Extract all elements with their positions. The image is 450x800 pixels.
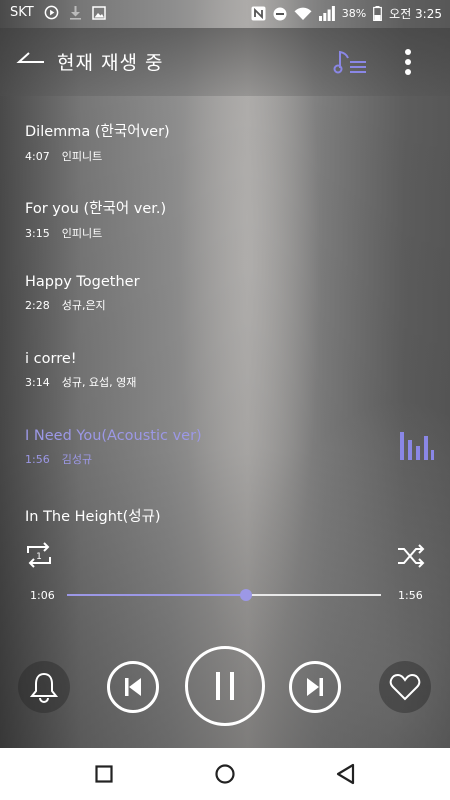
skip-previous-icon	[125, 678, 141, 696]
heart-icon	[389, 673, 421, 701]
song-list-item[interactable]: For you (한국어 ver.) 3:15 인피니트	[25, 197, 405, 241]
song-duration: 1:56	[25, 453, 50, 466]
playlist-button[interactable]	[332, 44, 368, 80]
song-duration: 3:14	[25, 376, 50, 389]
back-arrow-icon	[16, 52, 44, 63]
back-nav-button[interactable]	[334, 762, 358, 786]
image-icon	[91, 5, 106, 20]
repeat-one-icon: 1	[27, 542, 51, 568]
play-circle-icon	[44, 5, 59, 20]
song-title: I Need You(Acoustic ver)	[25, 428, 202, 444]
recent-apps-icon	[95, 765, 113, 783]
download-icon	[69, 5, 82, 20]
song-artist: 성규, 요섭, 영재	[61, 376, 137, 389]
header-bar: 현재 재생 중	[0, 28, 450, 96]
carrier-label: SKT	[10, 5, 34, 20]
home-icon	[215, 764, 235, 784]
previous-button[interactable]	[107, 661, 159, 713]
equalizer-icon	[400, 430, 434, 460]
do-not-disturb-icon	[273, 7, 287, 21]
like-button[interactable]	[379, 661, 431, 713]
next-button[interactable]	[289, 661, 341, 713]
elapsed-time: 1:06	[30, 589, 55, 602]
nfc-icon	[251, 6, 266, 21]
song-list-item[interactable]: In The Height(성규)	[25, 505, 405, 526]
song-title: For you (한국어 ver.)	[25, 201, 167, 217]
song-title: Dilemma (한국어ver)	[25, 124, 170, 140]
signal-icon	[318, 6, 335, 21]
song-list-item-playing[interactable]: I Need You(Acoustic ver) 1:56 김성규	[25, 428, 405, 467]
song-artist: 인피니트	[61, 150, 103, 163]
shuffle-button[interactable]	[396, 543, 426, 569]
repeat-button[interactable]: 1	[24, 541, 54, 569]
pause-button[interactable]	[185, 646, 265, 726]
recent-apps-button[interactable]	[92, 762, 116, 786]
page-title: 현재 재생 중	[57, 52, 164, 74]
song-artist: 김성규	[61, 453, 93, 466]
song-list-item[interactable]: Happy Together 2:28 성규,은지	[25, 274, 405, 313]
more-options-button[interactable]	[396, 44, 420, 80]
song-duration: 4:07	[25, 150, 50, 163]
song-list-item[interactable]: Dilemma (한국어ver) 4:07 인피니트	[25, 120, 405, 164]
repeat-mode-label: 1	[36, 552, 42, 562]
skip-next-icon	[307, 678, 323, 696]
song-title: Happy Together	[25, 274, 140, 290]
playlist-icon	[333, 50, 366, 74]
clock: 오전 3:25	[389, 7, 442, 21]
battery-percent: 38%	[341, 7, 367, 20]
battery-icon	[373, 6, 383, 21]
pause-icon	[216, 672, 234, 700]
shuffle-icon	[398, 544, 425, 568]
system-nav-bar	[0, 748, 450, 800]
alarm-button[interactable]	[18, 661, 70, 713]
song-title: In The Height(성규)	[25, 509, 161, 525]
alarm-bell-icon	[29, 672, 59, 703]
back-button[interactable]	[16, 48, 48, 76]
status-bar: SKT 38% 오전 3:25	[0, 0, 450, 28]
song-title: i corre!	[25, 351, 77, 367]
seek-thumb[interactable]	[239, 589, 252, 601]
home-button[interactable]	[213, 762, 237, 786]
song-list-item[interactable]: i corre! 3:14 성규, 요섭, 영재	[25, 351, 405, 390]
total-time: 1:56	[398, 589, 423, 602]
song-artist: 성규,은지	[61, 299, 106, 312]
song-duration: 2:28	[25, 299, 50, 312]
seek-bar[interactable]	[67, 589, 381, 601]
seek-progress	[67, 594, 246, 596]
song-artist: 인피니트	[61, 227, 103, 240]
song-duration: 3:15	[25, 227, 50, 240]
more-vert-icon	[405, 49, 411, 75]
wifi-icon	[294, 7, 312, 21]
back-icon	[336, 763, 355, 785]
